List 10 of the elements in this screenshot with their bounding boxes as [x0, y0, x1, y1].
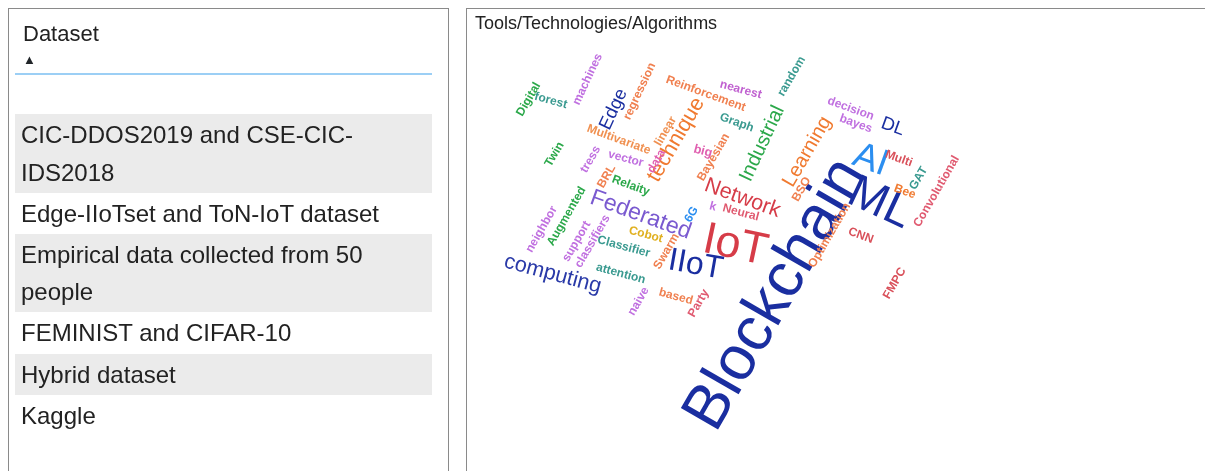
- chart-title: Tools/Technologies/Algorithms: [474, 12, 719, 35]
- slicer-item[interactable]: Kaggle: [15, 394, 432, 436]
- slicer-item[interactable]: FEMINIST and CIFAR-10: [15, 312, 432, 354]
- slicer-item[interactable]: Edge-IIoTset and ToN-IoT dataset: [15, 192, 432, 234]
- slicer-item[interactable]: Empirical data collected from 50 people: [15, 233, 432, 313]
- cloud-word: DL: [878, 113, 908, 139]
- slicer-item[interactable]: Hybrid dataset: [15, 353, 432, 395]
- slicer-title: Dataset: [23, 21, 100, 48]
- sort-indicator[interactable]: ▲: [23, 52, 36, 68]
- slicer-item[interactable]: CIC-DDOS2019 and CSE-CIC-IDS2018: [15, 114, 432, 193]
